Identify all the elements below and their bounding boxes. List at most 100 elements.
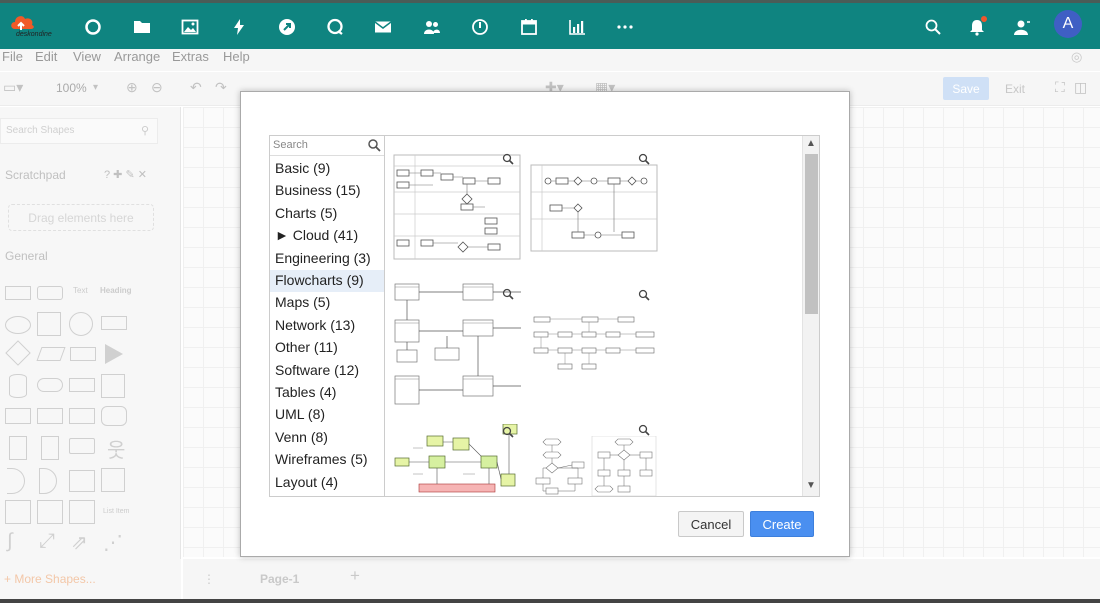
- page-tab-1[interactable]: Page-1: [260, 572, 299, 586]
- zoom-dropdown-icon[interactable]: ▾: [93, 82, 98, 93]
- category-item[interactable]: Basic (9): [270, 158, 384, 180]
- menu-extras[interactable]: Extras: [172, 49, 209, 65]
- category-item[interactable]: Engineering (3): [270, 248, 384, 270]
- category-item[interactable]: ► Cloud (41): [270, 225, 384, 247]
- menu-edit[interactable]: Edit: [35, 49, 57, 65]
- redo-icon[interactable]: ↷: [215, 79, 227, 96]
- category-item[interactable]: Other (11): [270, 337, 384, 359]
- curve-shape[interactable]: ∫: [7, 530, 12, 553]
- category-item[interactable]: Network (13): [270, 315, 384, 337]
- rounded-rectangle-shape[interactable]: [37, 286, 63, 300]
- globe-icon[interactable]: ◎: [1071, 49, 1082, 65]
- data-storage-shape[interactable]: [69, 470, 95, 492]
- bolt-icon[interactable]: [227, 15, 251, 39]
- add-page-button[interactable]: +: [350, 566, 360, 586]
- scrollbar-thumb[interactable]: [805, 154, 818, 314]
- calendar-icon[interactable]: [517, 15, 541, 39]
- scratchpad-label[interactable]: Scratchpad: [5, 168, 66, 182]
- more-shapes-button[interactable]: + More Shapes...: [0, 559, 181, 599]
- parallelogram-shape[interactable]: [36, 347, 66, 361]
- category-item[interactable]: Venn (8): [270, 427, 384, 449]
- search-icon[interactable]: [921, 15, 945, 39]
- cancel-button[interactable]: Cancel: [678, 511, 744, 537]
- cloud-shape[interactable]: [37, 378, 63, 392]
- dashed-line-shape[interactable]: ⋰: [103, 530, 123, 555]
- container-shape[interactable]: [101, 468, 125, 492]
- arrow-shape[interactable]: ⇗: [71, 530, 88, 555]
- template-thumbnail-2[interactable]: [530, 164, 658, 252]
- triangle-shape[interactable]: [105, 344, 123, 364]
- note-shape[interactable]: [9, 436, 27, 460]
- square-shape[interactable]: [37, 312, 61, 336]
- template-thumbnail-4[interactable]: [530, 314, 658, 374]
- search-icon[interactable]: [367, 138, 381, 152]
- image-icon[interactable]: [178, 15, 202, 39]
- zoom-preview-icon[interactable]: [502, 288, 514, 300]
- or-shape[interactable]: [7, 468, 25, 494]
- preview-scrollbar[interactable]: ▲ ▼: [802, 136, 819, 496]
- category-item[interactable]: Maps (5): [270, 292, 384, 314]
- hexagon-shape[interactable]: [70, 347, 96, 361]
- ellipse-shape[interactable]: [5, 316, 31, 334]
- page-menu-icon[interactable]: ⋮: [203, 572, 215, 586]
- category-item[interactable]: Software (12): [270, 360, 384, 382]
- category-item[interactable]: Charts (5): [270, 203, 384, 225]
- template-thumbnail-3[interactable]: [393, 282, 521, 408]
- trapezoid-shape[interactable]: [69, 408, 95, 424]
- zoom-preview-icon[interactable]: [638, 289, 650, 301]
- card-shape[interactable]: [41, 436, 59, 460]
- actor-shape[interactable]: 웃: [107, 434, 125, 463]
- template-thumbnail-7[interactable]: [590, 436, 658, 496]
- menu-view[interactable]: View: [73, 49, 101, 65]
- category-item[interactable]: Wireframes (5): [270, 449, 384, 471]
- chart-icon[interactable]: [565, 15, 589, 39]
- dashboard-circle-icon[interactable]: [81, 15, 105, 39]
- zoom-preview-icon[interactable]: [502, 426, 514, 438]
- category-item[interactable]: Flowcharts (9): [270, 270, 384, 292]
- menu-help[interactable]: Help: [223, 49, 250, 65]
- fullscreen-icon[interactable]: ⛶: [1055, 79, 1065, 96]
- save-button[interactable]: Save: [943, 77, 989, 100]
- callout-shape[interactable]: [69, 438, 95, 454]
- menu-file[interactable]: File: [2, 49, 23, 65]
- category-item[interactable]: Business (15): [270, 180, 384, 202]
- category-item[interactable]: Layout (4): [270, 472, 384, 494]
- format-panel-icon[interactable]: ▭▾: [3, 79, 23, 96]
- tape-shape[interactable]: [101, 406, 127, 426]
- table-shape[interactable]: [5, 500, 31, 524]
- diamond-shape[interactable]: [5, 340, 31, 366]
- exit-button[interactable]: Exit: [997, 77, 1033, 100]
- cylinder-shape[interactable]: [9, 374, 27, 398]
- delay-shape[interactable]: [39, 468, 57, 494]
- zoom-preview-icon[interactable]: [638, 424, 650, 436]
- text-shape[interactable]: Text: [73, 286, 88, 295]
- folder-icon[interactable]: [130, 15, 154, 39]
- cube-shape[interactable]: [5, 408, 31, 424]
- internal-storage-shape[interactable]: [101, 374, 125, 398]
- process-shape[interactable]: [101, 316, 127, 330]
- bidirectional-arrow-shape[interactable]: ⤢: [39, 530, 55, 553]
- scratchpad-actions-icon[interactable]: ? ✚ ✎ ✕: [104, 168, 147, 181]
- app-logo[interactable]: deskondine: [4, 9, 58, 45]
- scroll-down-icon[interactable]: ▼: [806, 480, 816, 491]
- users-icon[interactable]: [420, 15, 444, 39]
- mail-icon[interactable]: [371, 15, 395, 39]
- shape-search-input[interactable]: Search Shapes: [0, 118, 158, 144]
- scratchpad-drop-zone[interactable]: Drag elements here: [8, 204, 154, 231]
- more-icon[interactable]: [613, 15, 637, 39]
- container-2-shape[interactable]: [37, 500, 63, 524]
- zoom-preview-icon[interactable]: [638, 153, 650, 165]
- document-shape[interactable]: [69, 378, 95, 392]
- zoom-preview-icon[interactable]: [502, 153, 514, 165]
- search-icon[interactable]: ⚲: [141, 124, 149, 137]
- clock-icon[interactable]: [468, 15, 492, 39]
- zoom-out-icon[interactable]: ⊖: [151, 79, 163, 96]
- template-thumbnail-6[interactable]: [530, 436, 590, 496]
- category-item[interactable]: Tables (4): [270, 382, 384, 404]
- avatar[interactable]: A: [1054, 10, 1082, 38]
- rectangle-shape[interactable]: [5, 286, 31, 300]
- template-thumbnail-1[interactable]: [393, 154, 521, 260]
- collapse-icon[interactable]: ◫: [1074, 79, 1087, 96]
- scroll-up-icon[interactable]: ▲: [806, 138, 816, 149]
- user-icon[interactable]: [1010, 15, 1034, 39]
